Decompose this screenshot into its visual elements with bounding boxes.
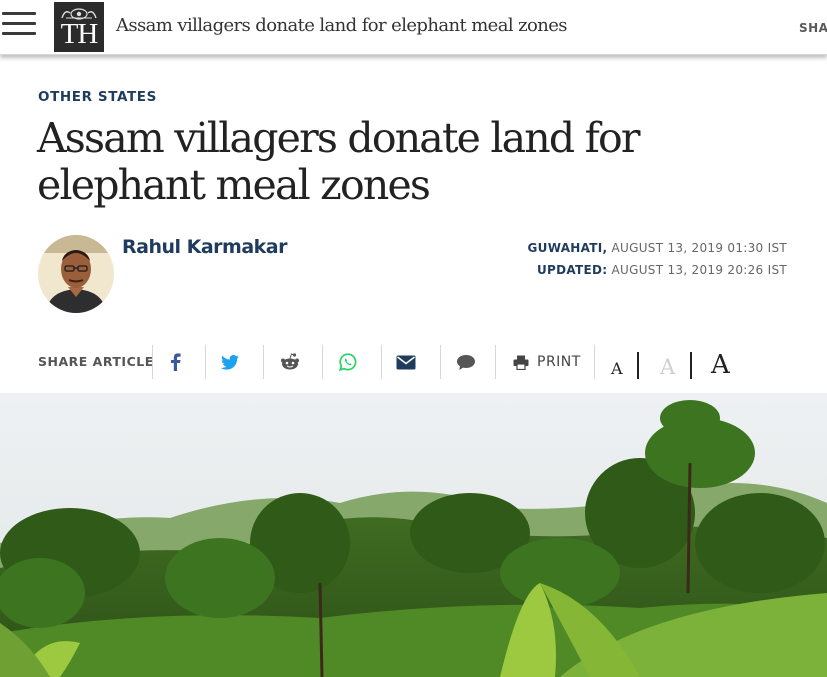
top-share-button[interactable]: SHA [799,21,827,35]
top-bar: TH Assam villagers donate land for eleph… [0,0,827,55]
share-divider [205,345,206,379]
email-share-button[interactable] [393,350,419,374]
twitter-share-button[interactable] [217,350,243,374]
updated-label: UPDATED: [536,263,608,277]
the-hindu-logo[interactable]: TH [54,2,104,52]
whatsapp-share-button[interactable] [335,350,361,374]
share-article-label: SHARE ARTICLE [38,354,154,369]
top-bar-title: Assam villagers donate land for elephant… [116,15,568,36]
print-icon [513,355,529,370]
font-size-large-button[interactable]: A [711,350,730,380]
hamburger-menu-icon[interactable] [2,12,36,38]
share-divider [322,345,323,379]
share-divider [440,345,441,379]
facebook-icon [171,353,181,371]
comment-icon [457,354,475,370]
author-avatar[interactable] [38,235,114,313]
share-divider [152,345,153,379]
share-divider [381,345,382,379]
email-icon [396,355,416,369]
author-name[interactable]: Rahul Karmakar [122,236,288,258]
print-button[interactable]: PRINT [513,350,581,374]
facebook-share-button[interactable] [162,350,188,374]
font-size-small-button[interactable]: A [611,359,623,378]
twitter-icon [221,354,239,370]
dateline-updated: UPDATED: AUGUST 13, 2019 20:26 IST [537,263,787,277]
share-divider [594,345,595,379]
font-size-medium-button[interactable]: A [660,355,675,379]
published-date: AUGUST 13, 2019 01:30 IST [611,241,787,255]
dateline-place: GUWAHATI, [527,241,608,255]
article-hero-image [0,393,827,677]
share-divider [263,345,264,379]
print-label: PRINT [537,354,581,370]
updated-date: AUGUST 13, 2019 20:26 IST [611,263,787,277]
logo-letters: TH [60,18,99,50]
section-link[interactable]: OTHER STATES [38,89,157,105]
comment-button[interactable] [453,350,479,374]
dateline-published: GUWAHATI, AUGUST 13, 2019 01:30 IST [528,241,788,255]
share-divider [495,345,496,379]
article-headline: Assam villagers donate land for elephant… [37,114,640,209]
font-size-divider [690,352,692,379]
reddit-share-button[interactable] [277,350,303,374]
whatsapp-icon [339,353,357,371]
font-size-divider [637,352,639,379]
reddit-icon [281,353,299,370]
